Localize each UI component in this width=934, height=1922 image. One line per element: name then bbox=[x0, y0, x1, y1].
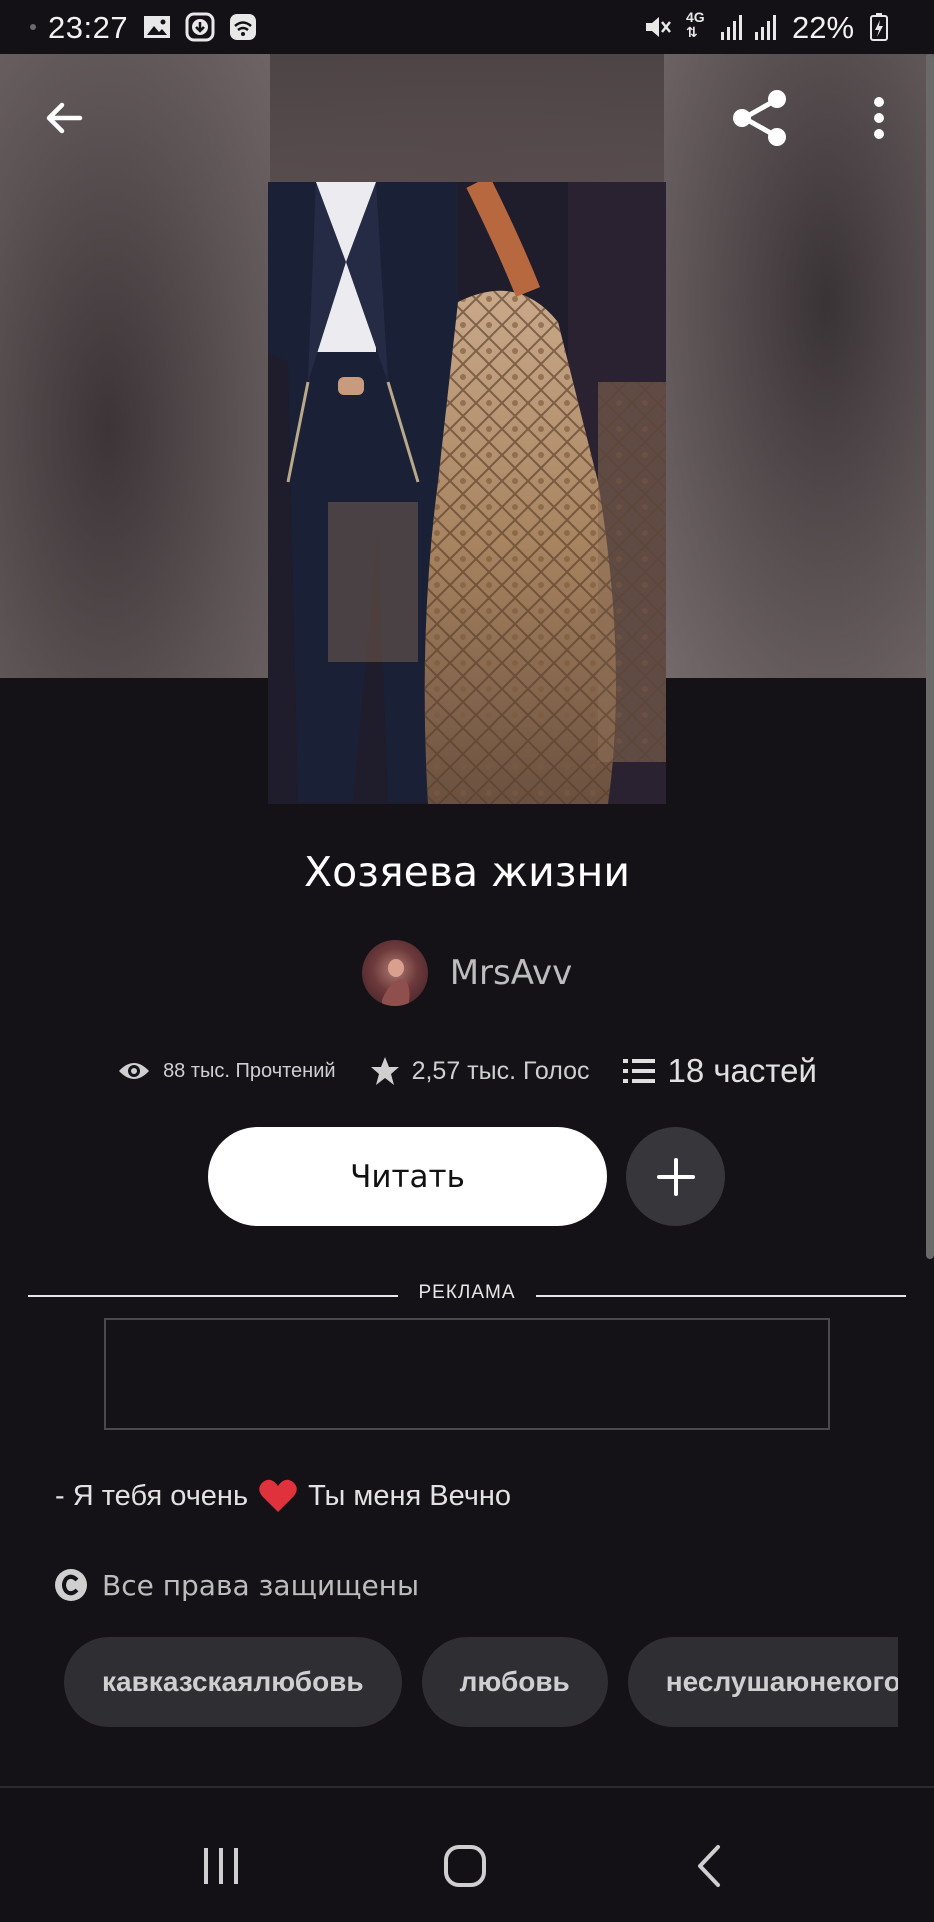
home-button[interactable] bbox=[440, 1844, 490, 1888]
heart-icon bbox=[259, 1479, 297, 1512]
reads-count: 88 тыс. Прочтений bbox=[163, 1059, 336, 1082]
notification-dot bbox=[30, 24, 36, 30]
story-description: - Я тебя очень Ты меня Вечно bbox=[55, 1478, 511, 1514]
copyright-text: Все права защищены bbox=[102, 1568, 420, 1602]
status-time: 23:27 bbox=[48, 10, 129, 45]
description-text-end: Ты меня Вечно bbox=[308, 1479, 512, 1512]
back-button[interactable] bbox=[32, 86, 96, 150]
tag-chip[interactable]: кавказскаялюбовь bbox=[64, 1637, 402, 1727]
tag-chip[interactable]: любовь bbox=[421, 1637, 608, 1727]
ad-label: РЕКЛАМА bbox=[418, 1282, 516, 1303]
story-cover-image[interactable] bbox=[268, 182, 666, 804]
eye-icon bbox=[119, 1063, 150, 1079]
chevron-left-icon bbox=[698, 1845, 720, 1887]
author-row[interactable]: MrsAvv bbox=[0, 940, 934, 1006]
tag-chip[interactable]: неслушаюнекого bbox=[627, 1637, 898, 1727]
signal-icon bbox=[721, 15, 742, 40]
back-nav-button[interactable] bbox=[690, 1844, 730, 1888]
download-icon bbox=[185, 12, 215, 42]
ad-divider-left bbox=[28, 1295, 398, 1297]
author-avatar[interactable] bbox=[361, 940, 428, 1006]
ad-banner[interactable] bbox=[104, 1318, 830, 1430]
reads-stat: 88 тыс. Прочтений bbox=[117, 1059, 336, 1083]
network-type: 4G ⇅ bbox=[686, 9, 705, 40]
copyright-row: Все права защищены bbox=[54, 1568, 419, 1602]
cover-illustration bbox=[268, 182, 666, 804]
story-title: Хозяева жизни bbox=[303, 848, 631, 896]
gallery-icon bbox=[144, 16, 170, 38]
more-vertical-icon bbox=[874, 97, 884, 139]
tag-list[interactable]: кавказскаялюбовь любовь неслушаюнекого bbox=[64, 1637, 898, 1727]
add-to-library-button[interactable] bbox=[626, 1127, 725, 1226]
copyright-icon bbox=[55, 1569, 87, 1601]
network-label: 4G bbox=[686, 9, 705, 25]
arrow-left-icon bbox=[46, 102, 83, 134]
signal-icon-2 bbox=[755, 15, 776, 40]
wifi-icon bbox=[230, 14, 256, 40]
author-name[interactable]: MrsAvv bbox=[450, 953, 573, 993]
battery-percent: 22% bbox=[792, 10, 855, 45]
description-text-start: - Я тебя очень bbox=[55, 1479, 249, 1512]
read-button[interactable]: Читать bbox=[208, 1127, 607, 1226]
mute-icon bbox=[646, 17, 671, 37]
share-button[interactable] bbox=[728, 86, 792, 150]
story-stats: 88 тыс. Прочтений 2,57 тыс. Голос 18 час… bbox=[0, 1046, 934, 1096]
plus-icon bbox=[656, 1157, 695, 1196]
more-options-button[interactable] bbox=[846, 86, 912, 150]
battery-icon bbox=[870, 13, 888, 41]
home-icon bbox=[444, 1845, 486, 1887]
votes-count: 2,57 тыс. Голос bbox=[411, 1056, 590, 1085]
ad-divider-right bbox=[536, 1295, 906, 1297]
list-icon bbox=[623, 1059, 656, 1083]
star-icon bbox=[370, 1057, 399, 1085]
recent-apps-icon bbox=[204, 1848, 238, 1884]
parts-count: 18 частей bbox=[667, 1052, 817, 1089]
avatar-image bbox=[381, 959, 410, 1006]
parts-stat[interactable]: 18 частей bbox=[623, 1052, 817, 1090]
share-icon bbox=[733, 90, 786, 146]
recent-apps-button[interactable] bbox=[196, 1846, 246, 1886]
votes-stat: 2,57 тыс. Голос bbox=[370, 1056, 590, 1086]
